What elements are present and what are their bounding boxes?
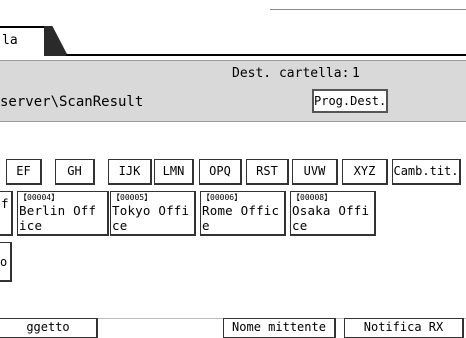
destination-code: 【00004】 xyxy=(19,193,60,202)
index-button-opq[interactable]: OPQ xyxy=(199,159,242,185)
destination-name-line1: Osaka Offi xyxy=(292,203,370,218)
tab-label: la xyxy=(2,33,18,48)
notify-rx-button[interactable]: Notifica RX xyxy=(344,318,464,338)
tab-strip-divider xyxy=(66,54,466,56)
destination-name-line1: Rome Offic xyxy=(202,203,280,218)
dest-folder-label: Dest. cartella: xyxy=(232,66,350,81)
destination-button[interactable]: 【00004】 Berlin Off ice xyxy=(17,191,109,236)
destination-name-line2: ce xyxy=(292,218,308,233)
destination-button[interactable]: 【00005】 Tokyo Offi ce xyxy=(110,191,196,236)
change-title-button[interactable]: Camb.tit. xyxy=(392,159,461,185)
dest-folder-count: 1 xyxy=(352,66,360,81)
destination-name-line1: Berlin Off xyxy=(19,203,97,218)
sender-name-button[interactable]: Nome mittente xyxy=(223,318,336,338)
prog-dest-button[interactable]: Prog.Dest. xyxy=(312,89,388,113)
tab-folder[interactable]: la xyxy=(0,26,46,56)
destination-code: 【00006】 xyxy=(202,193,243,202)
destination-name-line2: e xyxy=(202,218,210,233)
index-button-ijk[interactable]: IJK xyxy=(108,159,152,185)
index-button-gh[interactable]: GH xyxy=(55,159,95,185)
top-bar-segment xyxy=(270,0,466,10)
index-button-lmn[interactable]: LMN xyxy=(154,159,194,185)
destination-button[interactable]: f xyxy=(0,191,13,236)
index-button-xyz[interactable]: XYZ xyxy=(342,159,388,185)
folder-path-text: server\ScanResult xyxy=(0,94,144,110)
destination-button-partial[interactable]: o xyxy=(0,242,12,282)
destination-name-line2: ce xyxy=(112,218,128,233)
destination-name-line2: ice xyxy=(19,218,43,233)
destination-name-line1: f xyxy=(1,196,9,211)
destination-button[interactable]: 【00006】 Rome Offic e xyxy=(200,191,286,236)
index-button-rst[interactable]: RST xyxy=(246,159,289,185)
destination-name-line1: Tokyo Offi xyxy=(112,203,190,218)
destination-button[interactable]: 【00008】 Osaka Offi ce xyxy=(290,191,376,236)
index-button-uvw[interactable]: UVW xyxy=(292,159,338,185)
destination-code: 【00005】 xyxy=(112,193,153,202)
subject-button[interactable]: ggetto xyxy=(0,318,98,338)
index-button-ef[interactable]: EF xyxy=(6,159,42,185)
destination-code: 【00008】 xyxy=(292,193,333,202)
